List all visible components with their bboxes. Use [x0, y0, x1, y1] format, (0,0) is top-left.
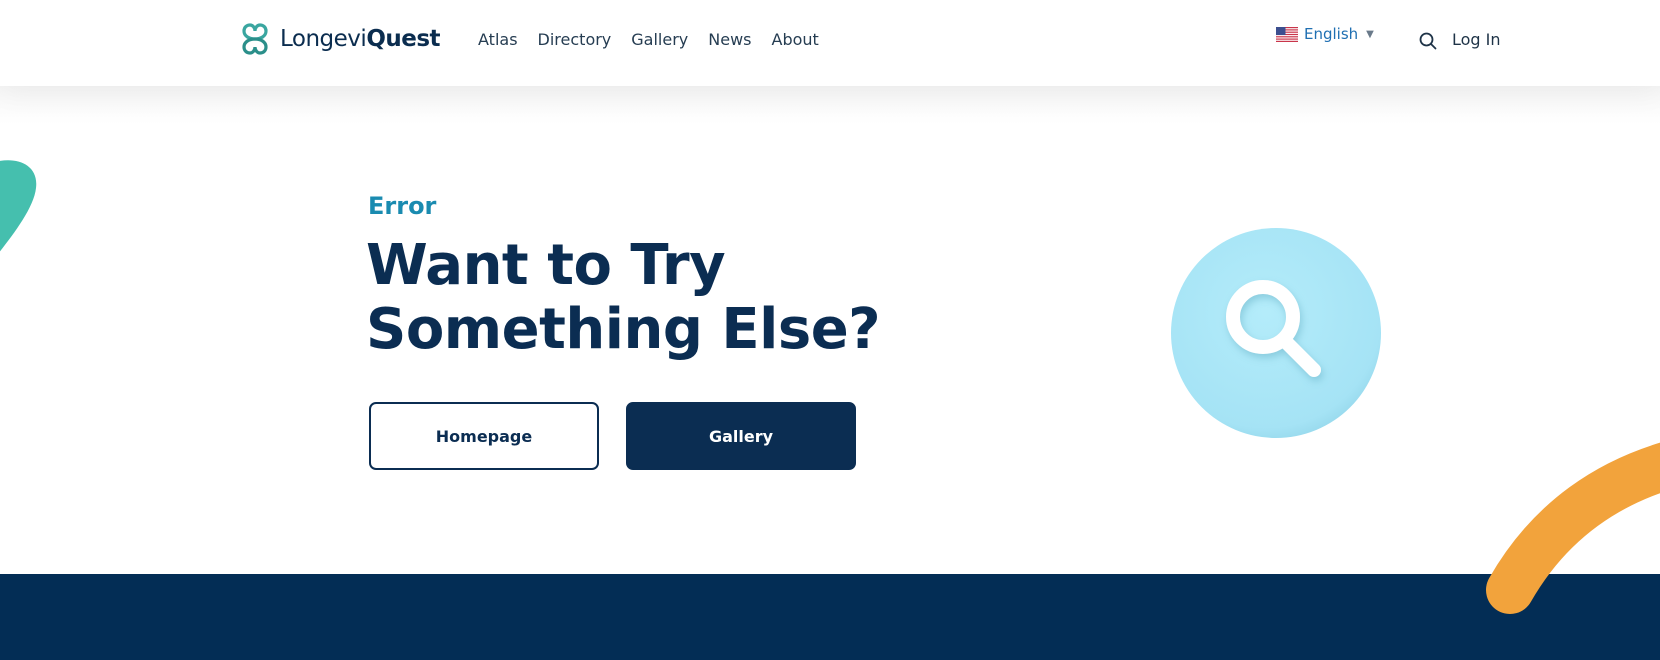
language-label: English	[1304, 25, 1359, 43]
error-label: Error	[368, 192, 437, 220]
error-page: LongeviQuest Atlas Directory Gallery New…	[0, 0, 1660, 660]
logo-text: LongeviQuest	[280, 26, 441, 52]
main-nav: Atlas Directory Gallery News About	[478, 28, 819, 52]
page-title: Want to Try Something Else?	[366, 233, 881, 362]
teal-decoration	[0, 160, 37, 252]
orange-decoration	[1486, 442, 1660, 614]
header-shadow	[0, 86, 1660, 124]
nav-item-news[interactable]: News	[708, 28, 751, 52]
site-logo[interactable]: LongeviQuest	[238, 20, 441, 58]
nav-item-atlas[interactable]: Atlas	[478, 28, 518, 52]
us-flag-icon	[1276, 26, 1298, 42]
language-selector[interactable]: English ▼	[1276, 25, 1374, 43]
longeviquest-logo-icon	[242, 23, 268, 55]
site-header: LongeviQuest Atlas Directory Gallery New…	[0, 0, 1660, 86]
homepage-button[interactable]: Homepage	[369, 402, 599, 470]
nav-item-about[interactable]: About	[772, 28, 819, 52]
search-icon	[1419, 32, 1437, 50]
nav-item-gallery[interactable]: Gallery	[631, 28, 688, 52]
search-button[interactable]	[1418, 31, 1438, 51]
login-link[interactable]: Log In	[1452, 28, 1501, 52]
gallery-button[interactable]: Gallery	[626, 402, 856, 470]
footer-band	[0, 574, 1660, 660]
chevron-down-icon: ▼	[1366, 28, 1374, 40]
nav-item-directory[interactable]: Directory	[538, 28, 612, 52]
magnifier-illustration	[1171, 228, 1381, 438]
